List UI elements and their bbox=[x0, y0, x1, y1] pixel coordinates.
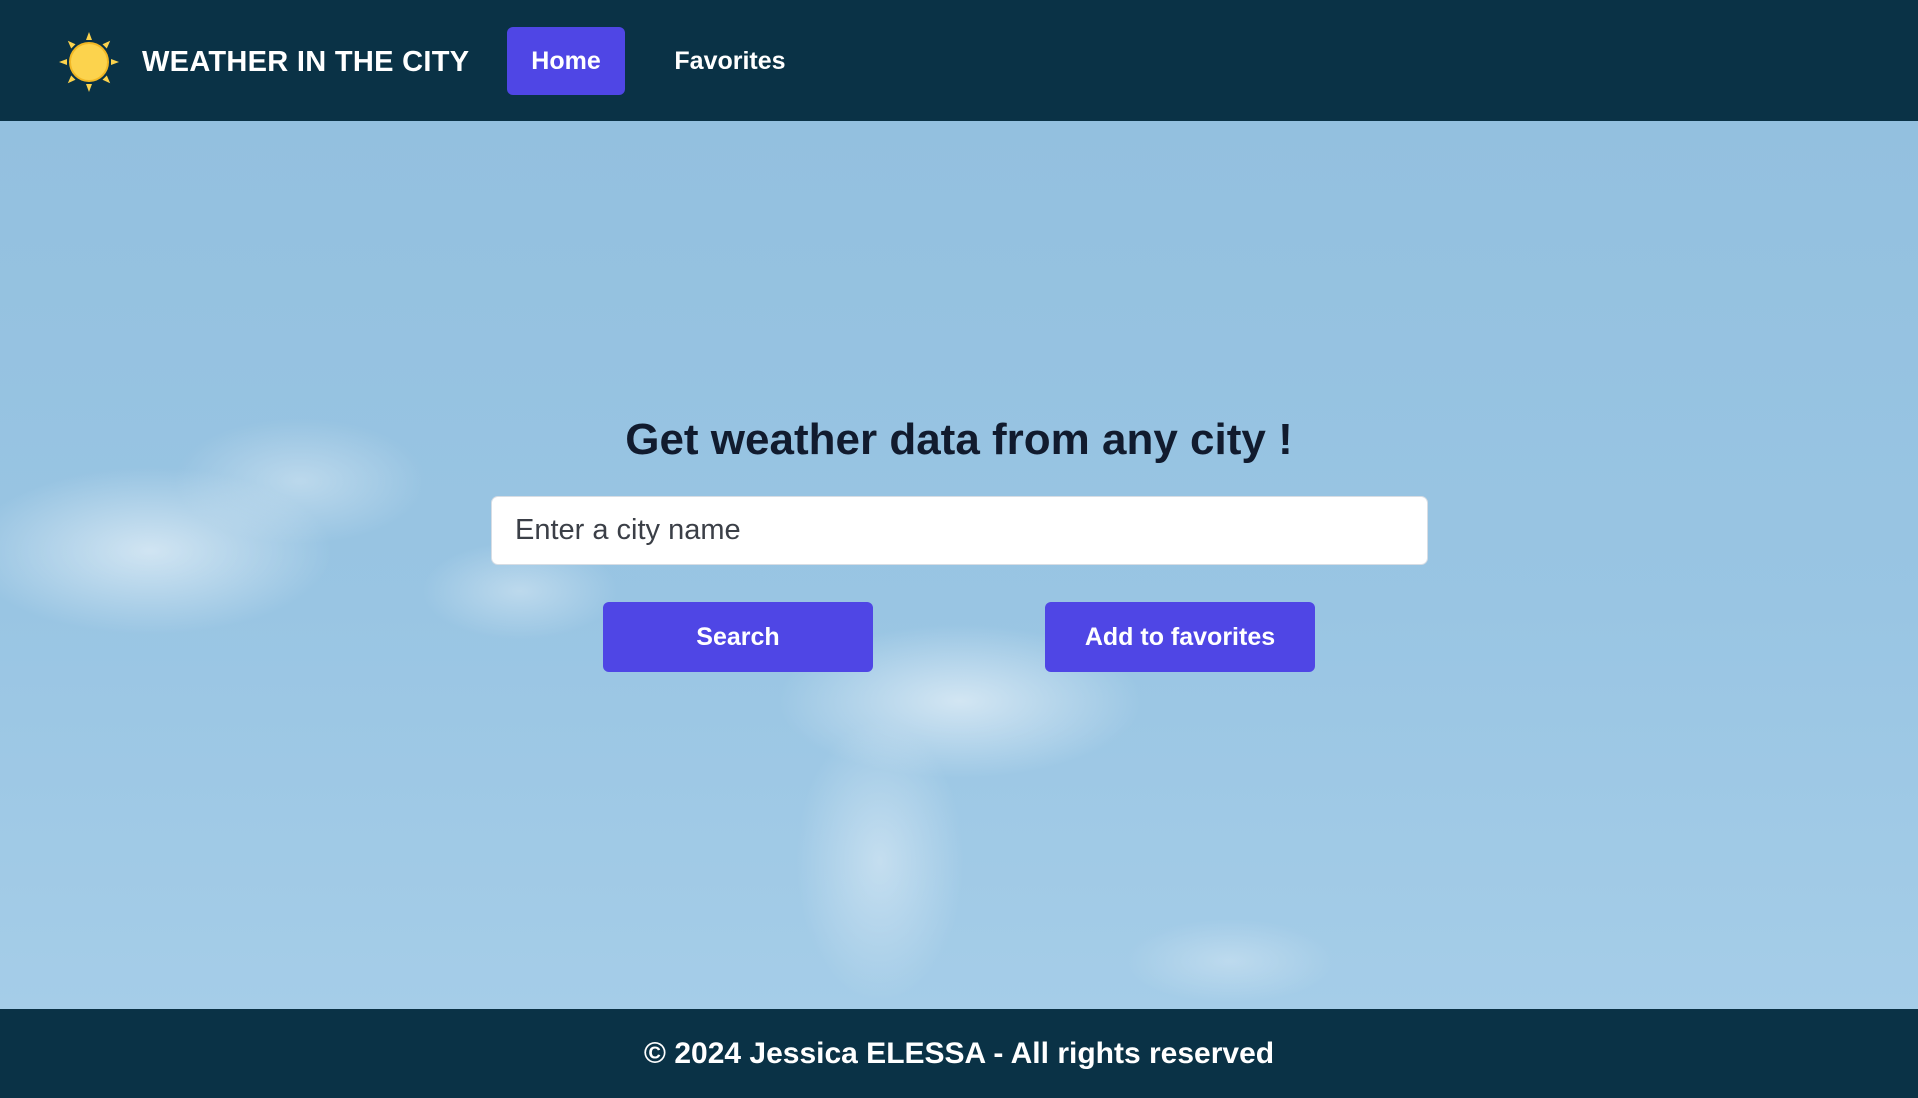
top-navbar: WEATHER IN THE CITY Home Favorites bbox=[0, 0, 1918, 121]
copyright-text: © 2024 Jessica ELESSA - All rights reser… bbox=[643, 1036, 1275, 1070]
add-to-favorites-button[interactable]: Add to favorites bbox=[1045, 602, 1315, 672]
footer: © 2024 Jessica ELESSA - All rights reser… bbox=[0, 1009, 1918, 1098]
main-content: Get weather data from any city ! Search … bbox=[0, 121, 1918, 1009]
city-search-input[interactable] bbox=[491, 496, 1428, 565]
page-title: Get weather data from any city ! bbox=[625, 415, 1293, 464]
sun-icon bbox=[58, 31, 120, 93]
nav-favorites-link[interactable]: Favorites bbox=[660, 27, 800, 95]
brand-title: WEATHER IN THE CITY bbox=[142, 46, 470, 78]
nav-home-link[interactable]: Home bbox=[507, 27, 625, 95]
search-button[interactable]: Search bbox=[603, 602, 873, 672]
